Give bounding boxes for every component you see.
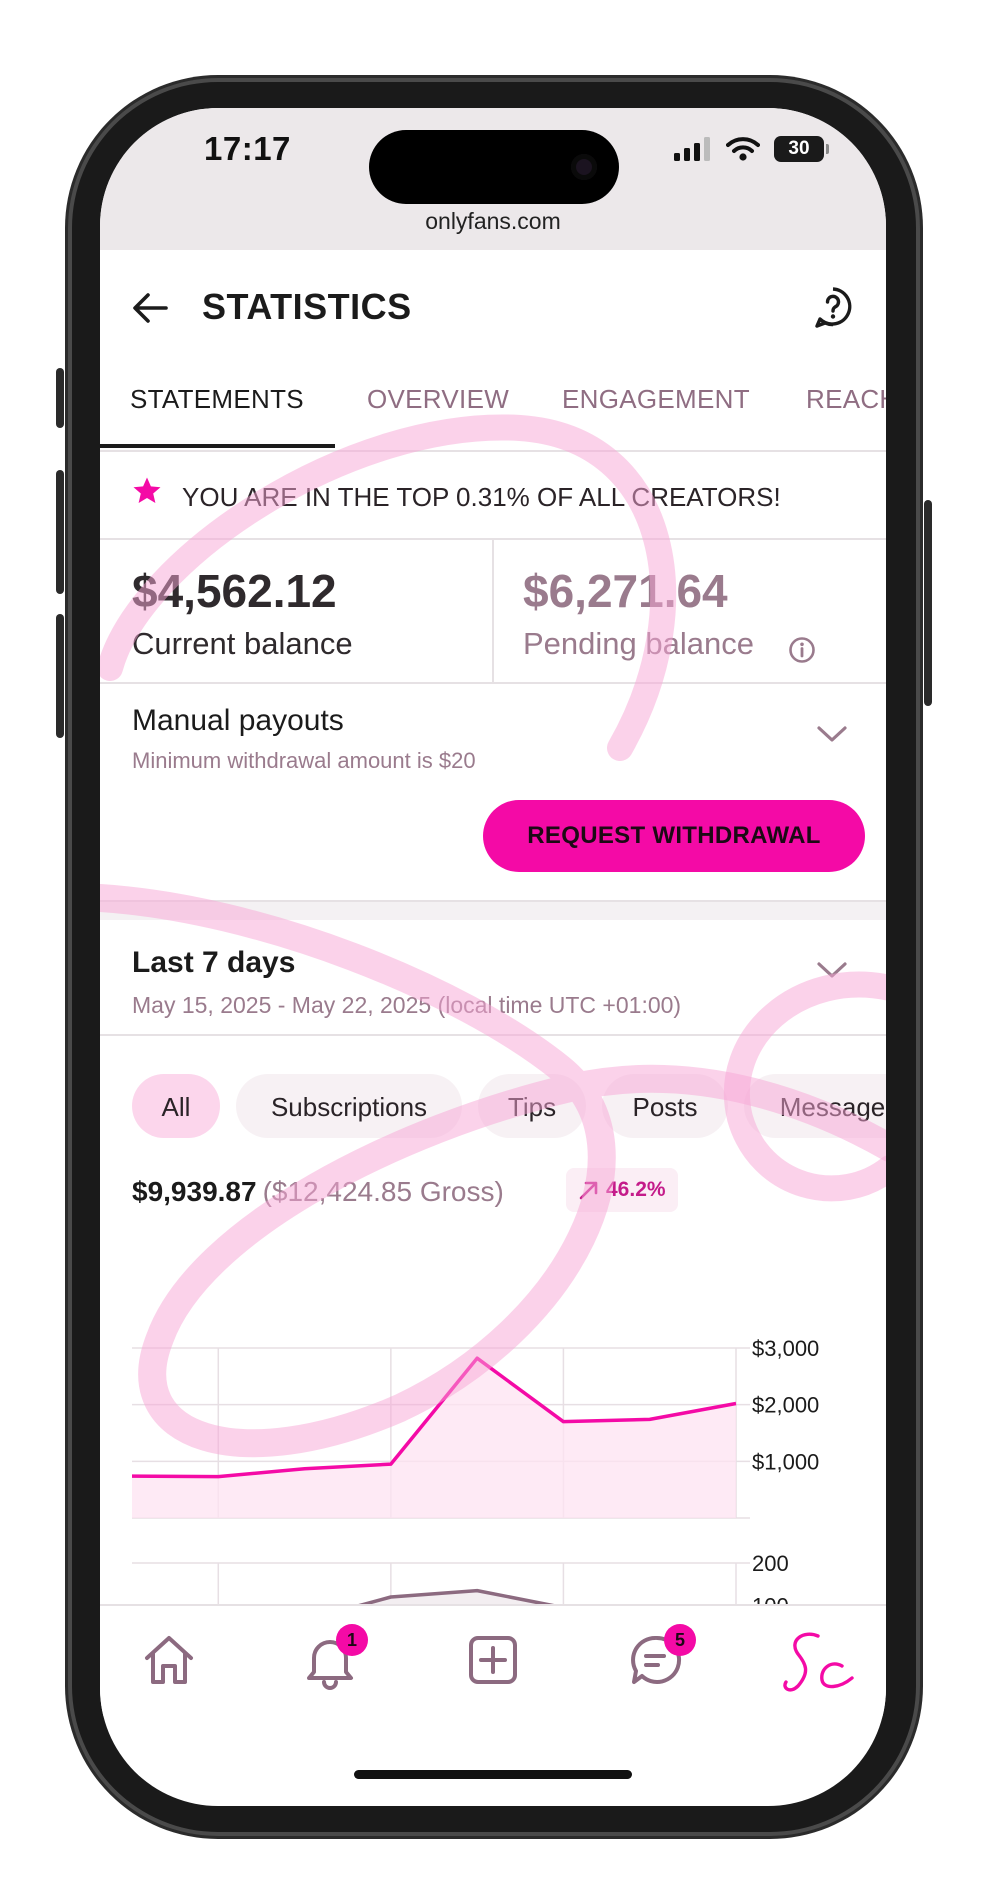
home-indicator xyxy=(354,1770,632,1779)
y-tick-label: 200 xyxy=(752,1551,789,1576)
current-balance-label: Current balance xyxy=(132,626,353,661)
notifications-badge: 1 xyxy=(336,1624,368,1656)
battery-indicator: 30 xyxy=(774,136,829,162)
growth-percent: 46.2% xyxy=(606,1178,666,1201)
nav-home[interactable] xyxy=(137,1628,201,1692)
bottom-navigation: 1 5 Sc xyxy=(100,1604,886,1716)
wifi-icon xyxy=(726,137,760,161)
y-tick-label: $1,000 xyxy=(752,1449,819,1474)
help-circle-icon[interactable] xyxy=(812,286,854,330)
top-creator-banner: YOU ARE IN THE TOP 0.31% OF ALL CREATORS… xyxy=(100,452,886,540)
plus-square-icon xyxy=(469,1636,517,1684)
nav-profile[interactable]: Sc xyxy=(780,1628,860,1692)
nav-notifications[interactable]: 1 xyxy=(298,1624,368,1692)
statistics-tabs: STATEMENTS OVERVIEW ENGAGEMENT REACH xyxy=(100,360,886,452)
balances: $4,562.12 Current balance $6,271.64 Pend… xyxy=(100,540,886,684)
filter-chip-subscriptions[interactable]: Subscriptions xyxy=(236,1074,462,1138)
chevron-down-icon[interactable] xyxy=(816,960,848,980)
top-bar: STATISTICS xyxy=(100,250,886,360)
page-title: STATISTICS xyxy=(202,286,412,327)
tab-engagement[interactable]: ENGAGEMENT xyxy=(562,384,750,415)
camera-icon xyxy=(571,154,597,180)
status-time: 17:17 xyxy=(204,130,291,167)
chevron-down-icon[interactable] xyxy=(816,724,848,744)
nav-create[interactable] xyxy=(461,1628,525,1692)
arrow-left-icon[interactable] xyxy=(130,290,170,326)
active-tab-indicator xyxy=(100,444,335,448)
status-icons: 30 xyxy=(674,136,829,162)
gross-earnings: ($12,424.85 Gross) xyxy=(262,1176,504,1207)
section-separator xyxy=(100,902,886,920)
info-icon[interactable] xyxy=(788,636,816,664)
avatar-text: Sc xyxy=(780,1628,782,1629)
period-dates: May 15, 2025 - May 22, 2025 (local time … xyxy=(132,992,681,1019)
period-date-range: May 15, 2025 - May 22, 2025 xyxy=(132,992,432,1018)
trend-up-arrow-icon xyxy=(579,1181,598,1200)
star-icon xyxy=(133,477,161,503)
y-tick-label: $3,000 xyxy=(752,1336,819,1361)
earnings-totals: $9,939.87 ($12,424.85 Gross) xyxy=(132,1176,504,1208)
growth-badge: 46.2% xyxy=(566,1168,678,1212)
volume-up-button xyxy=(56,470,64,594)
balance-divider xyxy=(492,540,494,682)
period-selector[interactable]: Last 7 days May 15, 2025 - May 22, 2025 … xyxy=(100,920,886,1036)
earnings-filter-chips: All Subscriptions Tips Posts Messages xyxy=(100,1074,886,1142)
signal-icon xyxy=(674,137,710,161)
tab-overview[interactable]: OVERVIEW xyxy=(367,384,509,415)
pending-balance-label: Pending balance xyxy=(523,626,754,661)
net-earnings: $9,939.87 xyxy=(132,1176,257,1207)
messages-badge: 5 xyxy=(664,1624,696,1656)
action-button xyxy=(56,368,64,428)
payouts-subtitle: Minimum withdrawal amount is $20 xyxy=(132,748,476,773)
side-button xyxy=(924,500,932,706)
home-icon xyxy=(145,1636,193,1684)
filter-chip-tips[interactable]: Tips xyxy=(478,1074,586,1138)
request-withdrawal-button[interactable]: REQUEST WITHDRAWAL xyxy=(483,800,865,872)
status-bar: 17:17 30 onlyfans.com xyxy=(100,108,886,250)
y-tick-label: $2,000 xyxy=(752,1393,819,1418)
filter-chip-messages[interactable]: Messages xyxy=(744,1074,886,1138)
phone-screen: 17:17 30 onlyfans.com STATISTICS STATEME… xyxy=(100,108,886,1806)
tab-reach[interactable]: REACH xyxy=(806,384,886,415)
manual-payouts: Manual payouts Minimum withdrawal amount… xyxy=(100,684,886,902)
period-timezone: (local time UTC +01:00) xyxy=(437,992,682,1018)
filter-chip-all[interactable]: All xyxy=(132,1074,220,1138)
nav-messages[interactable]: 5 xyxy=(624,1624,696,1692)
payouts-title: Manual payouts xyxy=(132,704,344,737)
series-area-earnings xyxy=(132,1358,736,1518)
avatar: Sc xyxy=(780,1628,854,1692)
period-title: Last 7 days xyxy=(132,946,296,979)
pending-balance-amount: $6,271.64 xyxy=(523,565,728,617)
tab-statements[interactable]: STATEMENTS xyxy=(130,384,304,415)
browser-url[interactable]: onlyfans.com xyxy=(100,208,886,235)
current-balance-amount: $4,562.12 xyxy=(132,565,337,617)
top-creator-text: YOU ARE IN THE TOP 0.31% OF ALL CREATORS… xyxy=(182,482,781,512)
dynamic-island xyxy=(369,130,619,204)
filter-chip-posts[interactable]: Posts xyxy=(602,1074,728,1138)
volume-down-button xyxy=(56,614,64,738)
